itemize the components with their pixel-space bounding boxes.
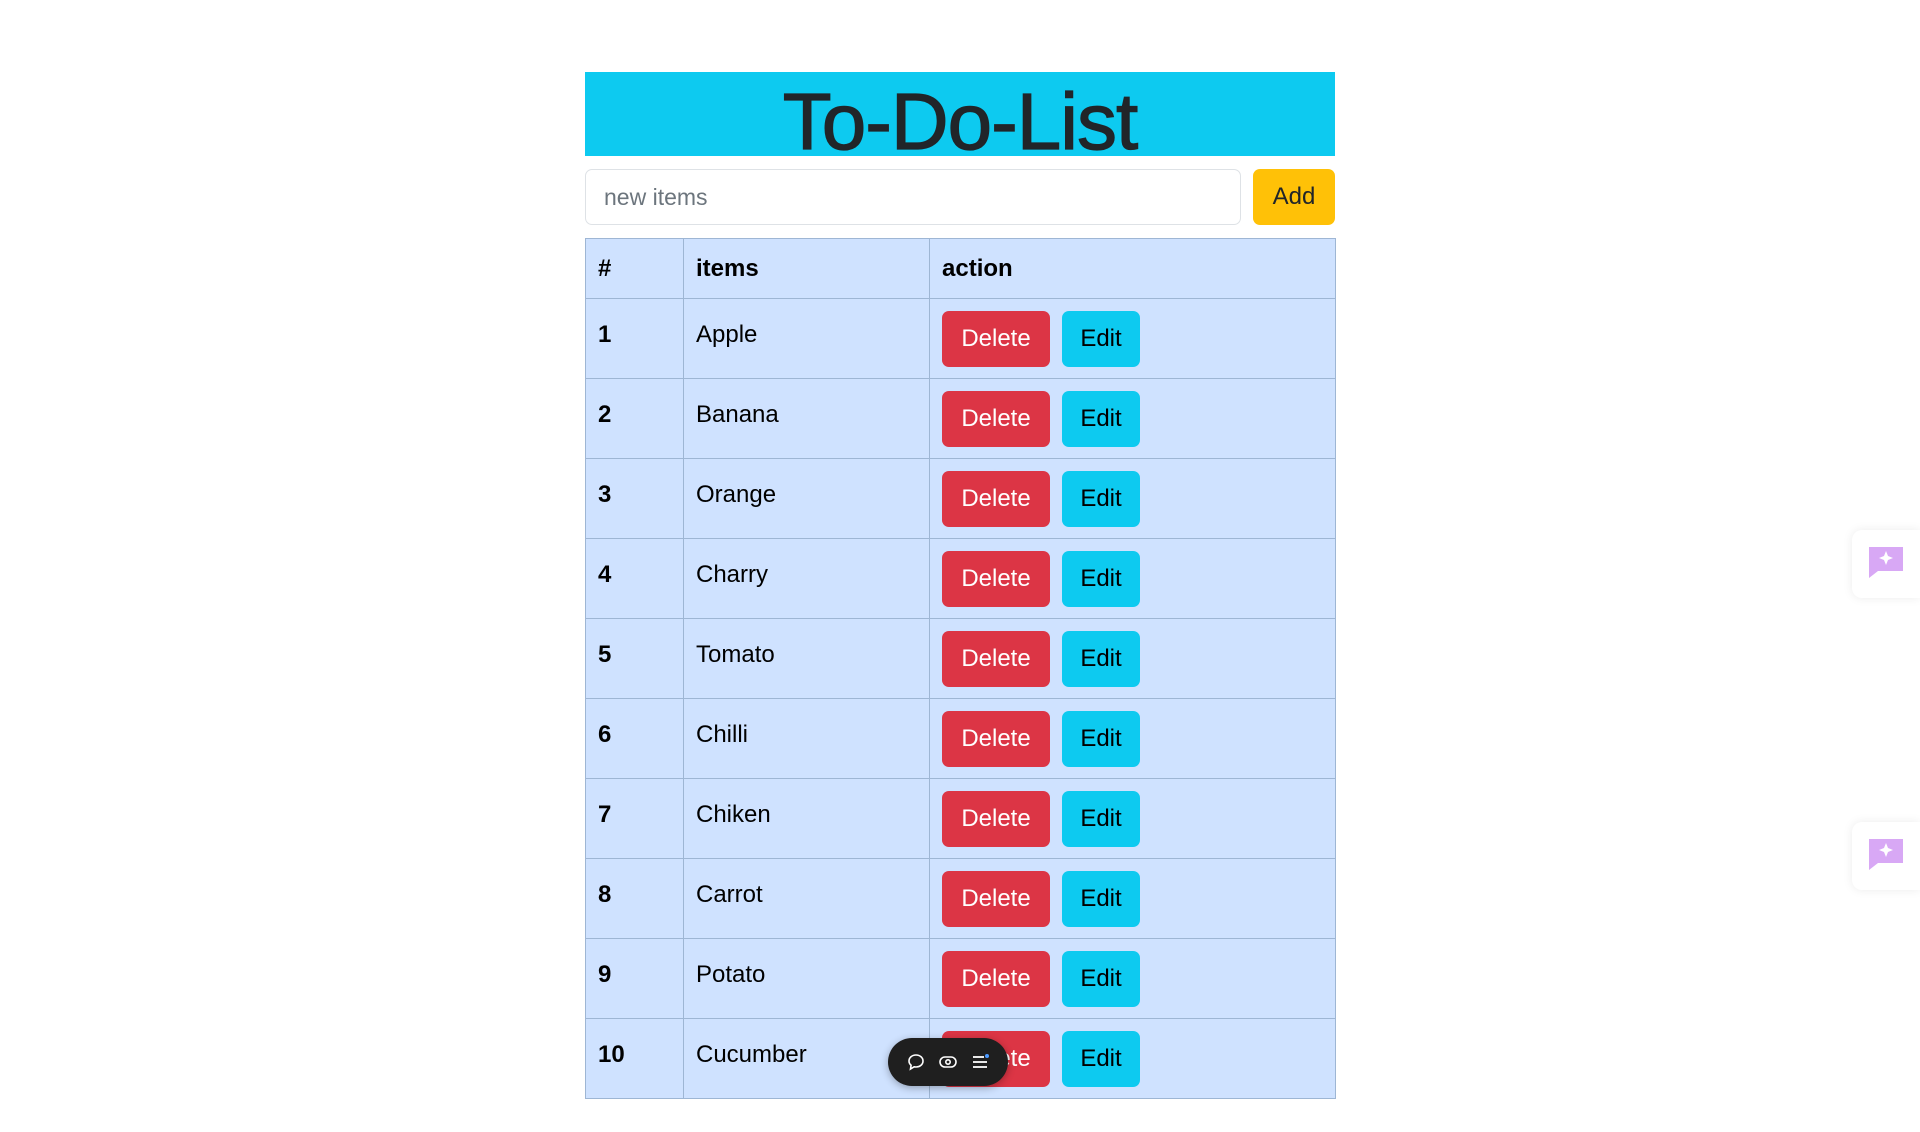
column-header-number: # [585, 238, 684, 299]
ai-assistant-widget[interactable] [1852, 530, 1920, 598]
row-item-name: Chiken [683, 778, 930, 859]
row-number: 9 [585, 938, 684, 1019]
page: To-Do-List Add # items action 1AppleDele… [0, 0, 1920, 1132]
row-number: 2 [585, 378, 684, 459]
row-number: 6 [585, 698, 684, 779]
table-row: 7 Chiken Delete Edit [585, 778, 1336, 859]
delete-button[interactable]: Delete [942, 711, 1050, 767]
table-row: 9 Potato Delete Edit [585, 938, 1336, 1019]
edit-button[interactable]: Edit [1062, 871, 1140, 927]
delete-button[interactable]: Delete [942, 791, 1050, 847]
row-number: 10 [585, 1018, 684, 1099]
delete-button[interactable]: Delete [942, 311, 1050, 367]
delete-button[interactable]: Delete [942, 631, 1050, 687]
row-actions: DeleteEdit [929, 858, 1336, 939]
delete-button[interactable]: Delete [942, 471, 1050, 527]
menu-icon[interactable] [969, 1051, 991, 1073]
table-row: 8 Carrot Delete Edit [585, 858, 1336, 939]
column-header-items: items [683, 238, 930, 299]
edit-button[interactable]: Edit [1062, 471, 1140, 527]
eye-icon[interactable] [937, 1051, 959, 1073]
chat-bubble-icon[interactable] [905, 1051, 927, 1073]
todo-container: To-Do-List Add # items action 1AppleDele… [585, 72, 1336, 1099]
page-title: To-Do-List [782, 76, 1139, 156]
row-actions: DeleteEdit [929, 378, 1336, 459]
row-number: 1 [585, 298, 684, 379]
ai-assistant-widget[interactable] [1852, 822, 1920, 890]
todo-table: # items action 1 Apple Delete Edit 2 Banana De… [585, 238, 1336, 1099]
add-item-form: Add [585, 169, 1335, 225]
row-actions: DeleteEdit [929, 618, 1336, 699]
edit-button[interactable]: Edit [1062, 391, 1140, 447]
ai-chat-sparkle-icon [1866, 544, 1906, 585]
table-row: 5 Tomato Delete Edit [585, 618, 1336, 699]
edit-button[interactable]: Edit [1062, 631, 1140, 687]
row-number: 5 [585, 618, 684, 699]
table-body: 1 Apple Delete Edit 2 Banana Delete Edit 3 Orange… [585, 298, 1336, 1099]
floating-toolbar [888, 1038, 1008, 1086]
delete-button[interactable]: Delete [942, 551, 1050, 607]
row-number: 3 [585, 458, 684, 539]
edit-button[interactable]: Edit [1062, 1031, 1140, 1087]
row-actions: DeleteEdit [929, 778, 1336, 859]
table-row: 1 Apple Delete Edit [585, 298, 1336, 379]
edit-button[interactable]: Edit [1062, 951, 1140, 1007]
row-item-name: Carrot [683, 858, 930, 939]
row-item-name: Charry [683, 538, 930, 619]
table-header: # items action [585, 238, 1336, 299]
delete-button[interactable]: Delete [942, 871, 1050, 927]
table-row: 3 Orange Delete Edit [585, 458, 1336, 539]
row-item-name: Chilli [683, 698, 930, 779]
row-actions: DeleteEdit [929, 458, 1336, 539]
delete-button[interactable]: Delete [942, 391, 1050, 447]
row-number: 8 [585, 858, 684, 939]
title-banner: To-Do-List [585, 72, 1335, 156]
row-item-name: Orange [683, 458, 930, 539]
column-header-action: action [929, 238, 1336, 299]
add-button[interactable]: Add [1253, 169, 1335, 225]
table-row: 6 Chilli Delete Edit [585, 698, 1336, 779]
row-item-name: Tomato [683, 618, 930, 699]
row-item-name: Apple [683, 298, 930, 379]
row-item-name: Potato [683, 938, 930, 1019]
delete-button[interactable]: Delete [942, 951, 1050, 1007]
table-row: 2 Banana Delete Edit [585, 378, 1336, 459]
ai-chat-sparkle-icon [1866, 836, 1906, 877]
edit-button[interactable]: Edit [1062, 791, 1140, 847]
new-item-input[interactable] [585, 169, 1241, 225]
row-number: 7 [585, 778, 684, 859]
edit-button[interactable]: Edit [1062, 551, 1140, 607]
row-item-name: Banana [683, 378, 930, 459]
row-actions: DeleteEdit [929, 298, 1336, 379]
table-row: 4 Charry Delete Edit [585, 538, 1336, 619]
row-actions: DeleteEdit [929, 698, 1336, 779]
row-number: 4 [585, 538, 684, 619]
edit-button[interactable]: Edit [1062, 711, 1140, 767]
edit-button[interactable]: Edit [1062, 311, 1140, 367]
row-actions: DeleteEdit [929, 538, 1336, 619]
row-actions: DeleteEdit [929, 938, 1336, 1019]
